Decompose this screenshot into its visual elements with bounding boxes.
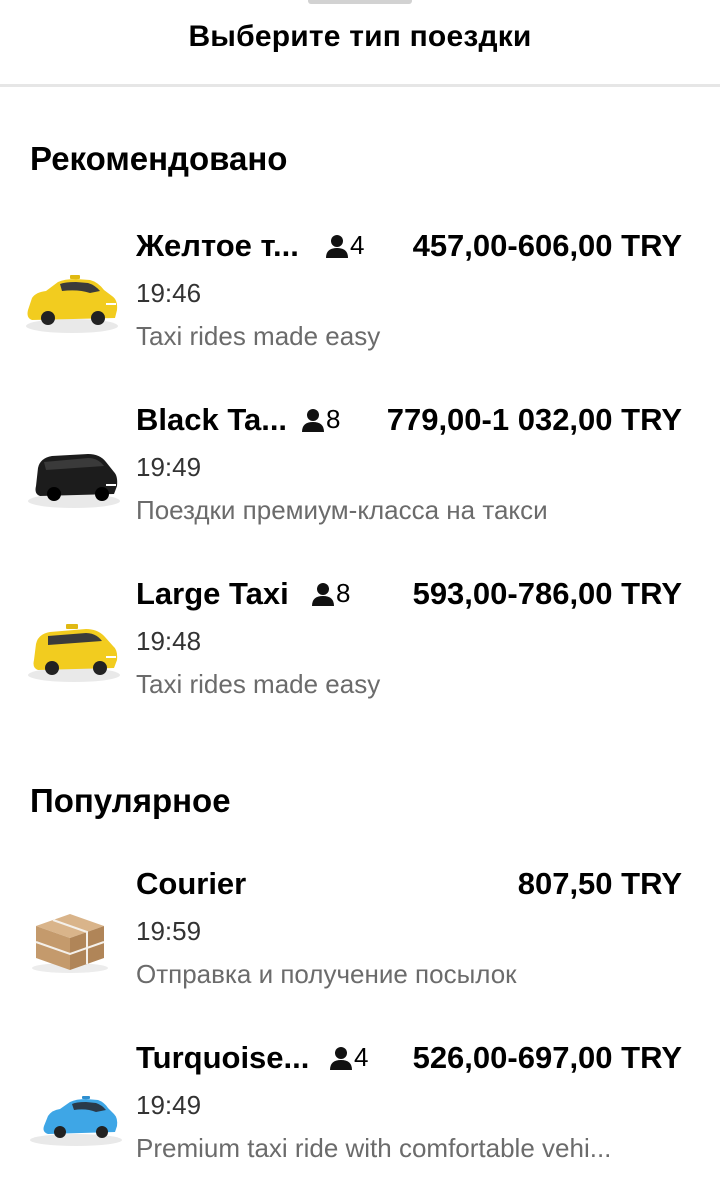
- capacity-badge: 8: [312, 578, 350, 609]
- ride-option-courier[interactable]: Courier 807,50 TRY 19:59 Отправка и полу…: [0, 866, 720, 1016]
- yellow-taxi-icon: [18, 266, 122, 336]
- ride-description: Premium taxi ride with comfortable vehi.…: [136, 1133, 612, 1163]
- ride-name: Желтое т...: [136, 228, 299, 263]
- ride-price: 526,00-697,00 TRY: [412, 1040, 682, 1075]
- ride-name: Courier: [136, 866, 247, 901]
- ride-option-black-taxi[interactable]: Black Ta... 8 779,00-1 032,00 TRY 19:49 …: [0, 402, 720, 552]
- ride-eta: 19:59: [136, 916, 202, 946]
- ride-name: Large Taxi: [136, 576, 289, 611]
- section-title-recommended: Рекомендовано: [30, 140, 288, 177]
- ride-option-large-taxi[interactable]: Large Taxi 8 593,00-786,00 TRY 19:48 Tax…: [0, 576, 720, 726]
- capacity-badge: 8: [302, 404, 340, 435]
- capacity-value: 8: [326, 404, 341, 434]
- ride-price: 807,50 TRY: [517, 866, 682, 901]
- ride-eta: 19:49: [136, 1090, 202, 1120]
- ride-type-sheet: Выберите тип поездки Рекомендовано Желто…: [0, 0, 720, 1200]
- turquoise-taxi-icon: [18, 1078, 122, 1148]
- black-van-icon: [18, 440, 122, 510]
- yellow-van-icon: [18, 614, 122, 684]
- ride-description: Taxi rides made easy: [136, 321, 381, 351]
- ride-price: 457,00-606,00 TRY: [412, 228, 682, 263]
- person-icon: [312, 582, 334, 606]
- ride-eta: 19:48: [136, 626, 202, 656]
- ride-name: Black Ta...: [136, 402, 288, 437]
- drag-handle[interactable]: [308, 0, 412, 4]
- person-icon: [302, 408, 324, 432]
- capacity-badge: 4: [326, 230, 364, 261]
- ride-option-yellow-taxi[interactable]: Желтое т... 4 457,00-606,00 TRY 19:46 Ta…: [0, 228, 720, 378]
- person-icon: [330, 1046, 352, 1070]
- section-title-popular: Популярное: [30, 782, 231, 819]
- ride-eta: 19:46: [136, 278, 202, 308]
- capacity-value: 4: [350, 230, 365, 260]
- capacity-value: 8: [336, 578, 351, 608]
- ride-price: 779,00-1 032,00 TRY: [386, 402, 682, 437]
- sheet-title: Выберите тип поездки: [188, 20, 532, 53]
- ride-name: Turquoise...: [136, 1040, 310, 1075]
- ride-description: Taxi rides made easy: [136, 669, 381, 699]
- person-icon: [326, 234, 348, 258]
- capacity-badge: 4: [330, 1042, 368, 1073]
- ride-eta: 19:49: [136, 452, 202, 482]
- package-box-icon: [18, 904, 122, 974]
- ride-price: 593,00-786,00 TRY: [412, 576, 682, 611]
- capacity-value: 4: [354, 1042, 369, 1072]
- sheet-header: Выберите тип поездки: [0, 0, 720, 87]
- ride-option-turquoise-taxi[interactable]: Turquoise... 4 526,00-697,00 TRY 19:49 P…: [0, 1040, 720, 1190]
- ride-description: Отправка и получение посылок: [136, 959, 517, 989]
- ride-description: Поездки премиум-класса на такси: [136, 495, 548, 525]
